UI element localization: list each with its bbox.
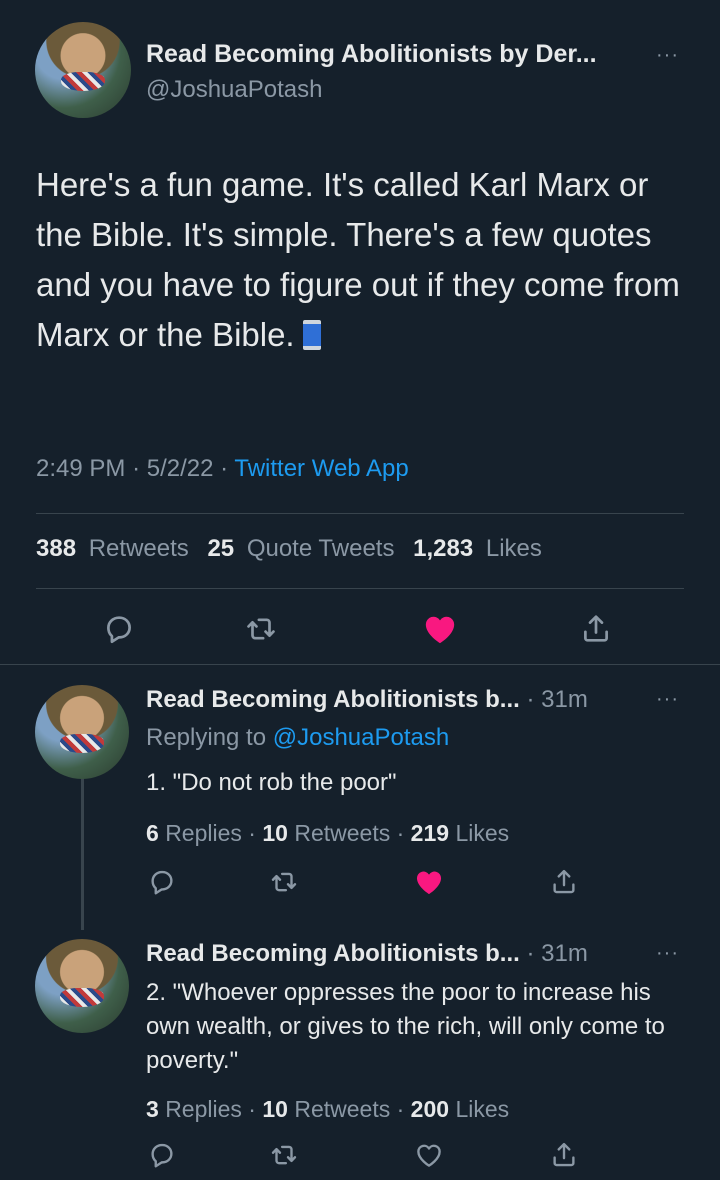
reply-stats: 6 Replies · 10 Retweets · 219 Likes [146, 820, 509, 847]
retweets-count: 10 [262, 820, 288, 846]
retweets-label: Retweets [294, 1096, 391, 1122]
retweets-count: 10 [262, 1096, 288, 1122]
replies-label: Replies [165, 820, 242, 846]
likes-label: Likes [485, 535, 542, 562]
author-name[interactable]: Read Becoming Abolitionists by Der... [146, 40, 597, 69]
reply-action-bar [0, 864, 720, 904]
more-icon[interactable]: ··· [656, 44, 679, 67]
more-icon[interactable]: ··· [656, 942, 679, 965]
quotes-stat[interactable]: 25 Quote Tweets [207, 535, 400, 562]
meta-separator: · [220, 455, 229, 482]
reply-header: Read Becoming Abolitionists b... · 31m [146, 940, 588, 968]
reply-icon[interactable] [99, 609, 139, 649]
reply-icon[interactable] [144, 1140, 180, 1170]
share-icon[interactable] [576, 609, 616, 649]
reply-author-name[interactable]: Read Becoming Abolitionists b... [146, 940, 520, 967]
reply-time[interactable]: 31m [541, 686, 588, 713]
reply-icon[interactable] [144, 864, 180, 900]
tweet-meta: 2:49 PM · 5/2/22 · Twitter Web App [36, 455, 409, 483]
tweet-source[interactable]: Twitter Web App [234, 455, 408, 482]
reply-stats: 3 Replies · 10 Retweets · 200 Likes [146, 1096, 509, 1123]
avatar[interactable] [35, 22, 131, 118]
tweet-date[interactable]: 5/2/22 [147, 455, 214, 482]
reply-author-name[interactable]: Read Becoming Abolitionists b... [146, 686, 520, 713]
replies-label: Replies [165, 1096, 242, 1122]
likes-stat[interactable]: 1,283 Likes [413, 535, 548, 562]
reply-action-bar [0, 1140, 720, 1180]
share-icon[interactable] [546, 1140, 582, 1170]
retweets-stat[interactable]: 388 Retweets [36, 535, 195, 562]
likes-count: 200 [410, 1096, 450, 1122]
retweets-label: Retweets [294, 820, 391, 846]
divider [36, 513, 684, 514]
likes-label: Likes [455, 820, 510, 846]
reply-text: 1. "Do not rob the poor" [146, 769, 397, 796]
retweet-icon[interactable] [241, 609, 281, 649]
replying-to-label: Replying to [146, 724, 267, 751]
replying-to-handle[interactable]: @JoshuaPotash [273, 724, 449, 751]
meta-separator: · [396, 820, 405, 846]
reply-time[interactable]: 31m [541, 940, 588, 967]
likes-count: 219 [410, 820, 450, 846]
tweet-stats: 388 Retweets 25 Quote Tweets 1,283 Likes [36, 535, 554, 563]
avatar[interactable] [35, 939, 129, 1033]
share-icon[interactable] [546, 864, 582, 900]
reply-text: 2. "Whoever oppresses the poor to increa… [146, 979, 665, 1074]
meta-separator: · [526, 686, 535, 713]
replies-count: 3 [146, 1096, 159, 1122]
tweet-text: Here's a fun game. It's called Karl Marx… [36, 160, 696, 360]
tweet-text-content: Here's a fun game. It's called Karl Marx… [36, 166, 680, 353]
retweet-icon[interactable] [266, 864, 302, 900]
meta-separator: · [526, 940, 535, 967]
tweet-action-bar [0, 609, 720, 649]
avatar[interactable] [35, 685, 129, 779]
quotes-count: 25 [207, 535, 235, 562]
replying-to: Replying to @JoshuaPotash [146, 724, 449, 752]
likes-count: 1,283 [413, 535, 474, 562]
retweets-label: Retweets [88, 535, 189, 562]
thread-line [81, 778, 84, 930]
reply-header: Read Becoming Abolitionists b... · 31m [146, 686, 588, 714]
meta-separator: · [248, 1096, 256, 1122]
like-icon[interactable] [418, 609, 462, 649]
divider [36, 588, 684, 589]
like-icon[interactable] [410, 864, 448, 900]
replies-count: 6 [146, 820, 159, 846]
divider [0, 664, 720, 665]
quotes-label: Quote Tweets [246, 535, 395, 562]
more-icon[interactable]: ··· [656, 688, 679, 711]
meta-separator: · [132, 455, 141, 482]
spool-of-thread-emoji [302, 320, 321, 350]
tweet-time[interactable]: 2:49 PM [36, 455, 125, 482]
meta-separator: · [248, 820, 256, 846]
like-icon[interactable] [410, 1140, 448, 1170]
likes-label: Likes [455, 1096, 510, 1122]
retweets-count: 388 [36, 535, 77, 562]
author-handle[interactable]: @JoshuaPotash [146, 76, 322, 104]
meta-separator: · [396, 1096, 405, 1122]
retweet-icon[interactable] [266, 1140, 302, 1170]
